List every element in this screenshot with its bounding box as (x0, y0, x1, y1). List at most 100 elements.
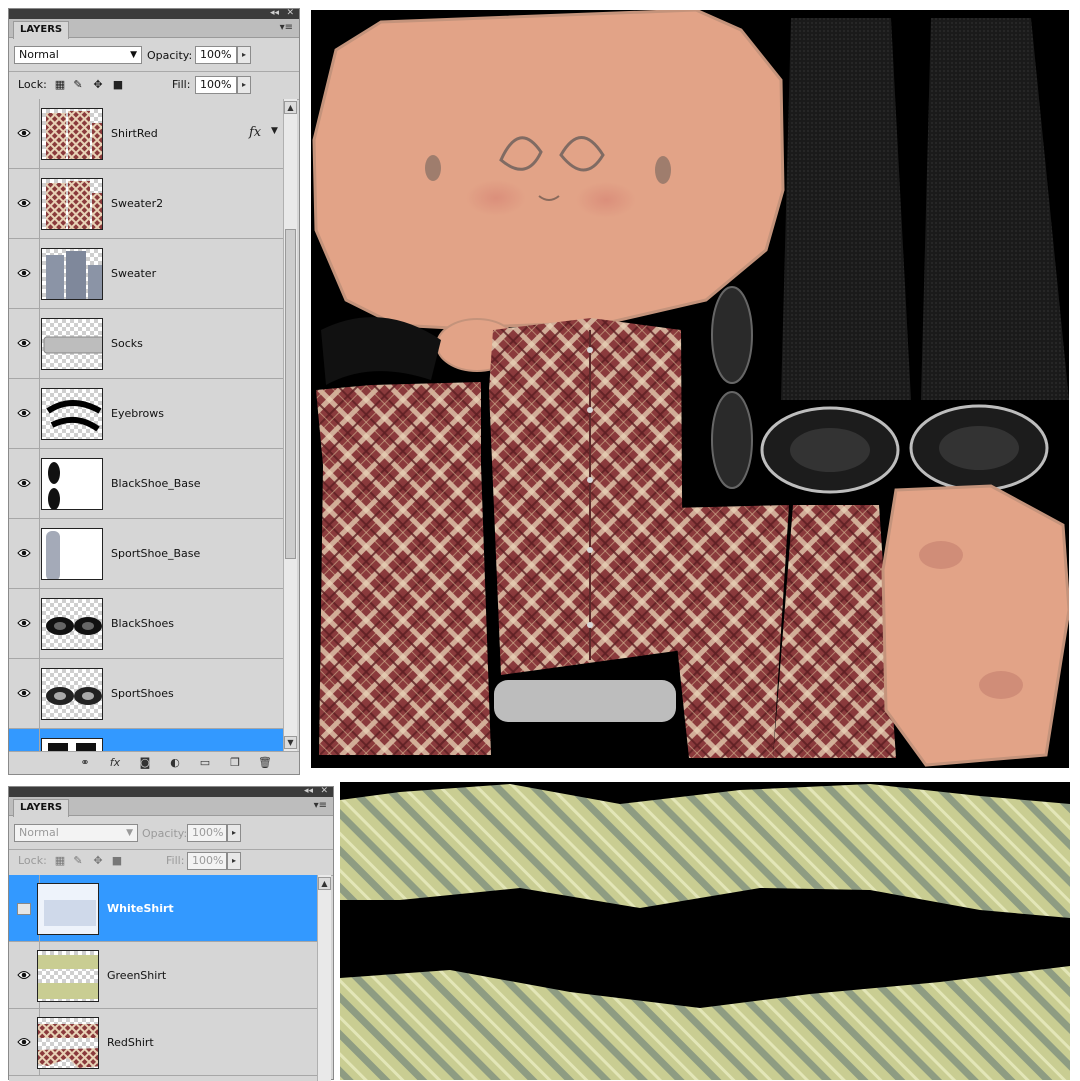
layer-row[interactable]: GreenShirt (9, 942, 317, 1009)
layer-name[interactable]: BlackShoe_Base (111, 477, 201, 490)
layer-thumbnail[interactable] (37, 1016, 99, 1069)
divider (39, 729, 40, 751)
layer-row[interactable]: Socks (9, 309, 283, 379)
lock-transparent-icon[interactable]: ▦ (54, 855, 66, 867)
scroll-up-button[interactable]: ▲ (318, 877, 331, 890)
new-layer-icon[interactable]: ❐ (227, 756, 243, 770)
layer-thumbnail[interactable] (41, 108, 103, 160)
layer-thumbnail[interactable] (41, 598, 103, 650)
eye-icon[interactable] (15, 198, 33, 210)
layer-name[interactable]: SportShoe_Base (111, 547, 200, 560)
fill-input[interactable]: 100% (187, 852, 227, 870)
opacity-stepper[interactable]: ▸ (237, 46, 251, 64)
layer-name[interactable]: Eyebrows (111, 407, 164, 420)
tab-layers[interactable]: LAYERS (13, 799, 70, 817)
layer-thumbnail[interactable] (41, 248, 103, 300)
eye-icon[interactable] (15, 548, 33, 560)
lock-transparent-icon[interactable]: ▦ (54, 79, 66, 91)
layer-row[interactable]: Eyebrows (9, 379, 283, 449)
layer-row[interactable]: ShirtRed fx ▼ (9, 99, 283, 169)
divider (39, 519, 40, 588)
fill-input[interactable]: 100% (195, 76, 237, 94)
eye-icon[interactable] (15, 1037, 33, 1049)
eye-icon[interactable] (15, 408, 33, 420)
trash-icon[interactable]: 🗑 (257, 756, 273, 770)
close-icon[interactable]: ✕ (320, 786, 328, 796)
eye-icon[interactable] (15, 688, 33, 700)
collapse-icon[interactable]: ◂◂ (304, 786, 313, 796)
layers-list: WhiteShirt GreenShirt RedShirt (9, 875, 317, 1081)
lock-move-icon[interactable]: ✥ (92, 855, 104, 867)
sleeve-right-island (773, 505, 896, 758)
layer-thumbnail[interactable] (41, 668, 103, 720)
layer-thumbnail[interactable] (41, 528, 103, 580)
layers-scrollbar[interactable]: ▲ ▼ (283, 99, 297, 751)
layer-thumbnail[interactable] (41, 388, 103, 440)
layer-thumbnail[interactable] (41, 178, 103, 230)
layer-row[interactable]: Sweater (9, 239, 283, 309)
layer-name[interactable]: ShirtRed (111, 127, 158, 140)
eye-icon[interactable] (15, 618, 33, 630)
scroll-down-button[interactable]: ▼ (284, 736, 297, 749)
lock-brush-icon[interactable]: ✎ (72, 855, 84, 867)
layer-thumbnail[interactable] (37, 882, 99, 935)
layer-name[interactable]: RedShirt (107, 1036, 154, 1049)
scroll-up-button[interactable]: ▲ (284, 101, 297, 114)
tab-layers[interactable]: LAYERS (13, 21, 70, 39)
eye-icon[interactable] (15, 128, 33, 140)
fill-stepper[interactable]: ▸ (237, 76, 251, 94)
layer-row[interactable]: RedShirt (9, 1009, 317, 1076)
layer-name[interactable]: GreenShirt (107, 969, 166, 982)
lock-move-icon[interactable]: ✥ (92, 79, 104, 91)
layer-name[interactable]: SportShoes (111, 687, 174, 700)
layer-name[interactable]: Sweater (111, 267, 156, 280)
eye-icon[interactable] (15, 478, 33, 490)
layer-row[interactable]: WhiteShirt (9, 875, 317, 942)
lock-brush-icon[interactable]: ✎ (72, 79, 84, 91)
eye-icon[interactable] (15, 338, 33, 350)
layer-name[interactable]: BlackShoes (111, 617, 174, 630)
layer-name[interactable]: WhiteShirt (107, 902, 174, 915)
chevron-down-icon[interactable]: ▼ (271, 126, 278, 136)
folder-icon[interactable]: ▭ (197, 756, 213, 770)
close-icon[interactable]: ✕ (286, 8, 294, 18)
collapse-icon[interactable]: ◂◂ (270, 8, 279, 18)
layer-row[interactable]: SportShoes (9, 659, 283, 729)
panel-menu-icon[interactable]: ▾≡ (314, 800, 327, 811)
opacity-input[interactable]: 100% (187, 824, 227, 842)
blend-mode-select[interactable]: Normal ▼ (14, 46, 142, 64)
eye-icon[interactable] (15, 268, 33, 280)
trousers-right-island (921, 18, 1069, 400)
mask-icon[interactable]: ◙ (137, 756, 153, 770)
panel-menu-icon[interactable]: ▾≡ (280, 22, 293, 33)
texture-canvas-bottom[interactable] (340, 782, 1070, 1080)
lock-all-icon[interactable]: ■ (112, 79, 124, 91)
fx-icon[interactable]: fx (107, 756, 123, 770)
eye-icon[interactable] (15, 970, 33, 982)
layer-name[interactable]: Socks (111, 337, 143, 350)
eye-icon[interactable] (15, 902, 33, 915)
layer-row[interactable]: BlackShoe_Base (9, 449, 283, 519)
adjustment-icon[interactable]: ◐ (167, 756, 183, 770)
layer-name[interactable]: Sweater2 (111, 197, 163, 210)
blend-mode-select[interactable]: Normal ▼ (14, 824, 138, 842)
layers-scrollbar[interactable]: ▲ (317, 875, 331, 1081)
panel-tab-row: LAYERS ▾≡ (9, 19, 299, 39)
layer-thumbnail[interactable] (37, 949, 99, 1002)
fx-badge[interactable]: fx (249, 125, 261, 140)
fill-stepper[interactable]: ▸ (227, 852, 241, 870)
opacity-input[interactable]: 100% (195, 46, 237, 64)
layer-row[interactable]: SportShoe_Base (9, 519, 283, 589)
layer-thumbnail[interactable] (41, 738, 103, 751)
scroll-thumb[interactable] (285, 229, 296, 559)
layer-thumbnail[interactable] (41, 458, 103, 510)
layer-row[interactable]: Sweater2 (9, 169, 283, 239)
trousers-left-island (781, 18, 911, 400)
link-icon[interactable]: ⚭ (77, 756, 93, 770)
lock-all-icon[interactable]: ■ (111, 855, 123, 867)
layer-row[interactable]: BlackShoes (9, 589, 283, 659)
layer-row[interactable] (9, 729, 283, 751)
layer-thumbnail[interactable] (41, 318, 103, 370)
opacity-stepper[interactable]: ▸ (227, 824, 241, 842)
texture-canvas-top[interactable] (311, 10, 1069, 768)
